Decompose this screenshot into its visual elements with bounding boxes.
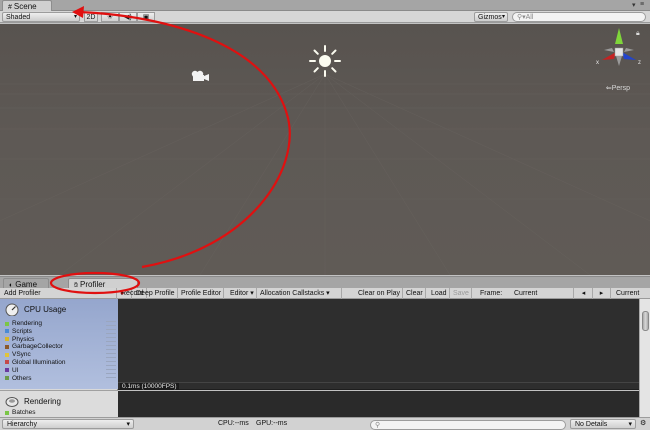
y-axis-cone-icon[interactable] bbox=[615, 28, 623, 44]
scrollbar-thumb[interactable] bbox=[642, 311, 649, 331]
cpu-usage-module[interactable]: CPU Usage Rendering Scripts Physics Garb… bbox=[0, 299, 118, 389]
legend-item[interactable]: Global Illumination bbox=[5, 359, 65, 367]
scene-search-input[interactable]: ⚲▾All bbox=[512, 12, 646, 22]
sun-icon: ☀ bbox=[106, 14, 114, 21]
speaker-icon: ◀) bbox=[124, 14, 132, 21]
scene-audio-toggle[interactable]: ◀) bbox=[119, 12, 137, 22]
cpu-gauge-icon bbox=[5, 303, 19, 316]
search-icon: ⚲ bbox=[375, 422, 381, 429]
profiler-details-bar: Hierarchy ▾ CPU:--ms GPU:--ms ⚲ No Detai… bbox=[0, 417, 650, 430]
camera-gizmo-icon[interactable] bbox=[190, 69, 210, 83]
load-button[interactable]: Load bbox=[429, 288, 450, 299]
profiler-toolbar: Add Profiler ● Record Deep Profile Profi… bbox=[0, 288, 650, 299]
profiler-vertical-scrollbar[interactable] bbox=[639, 299, 650, 417]
scene-viewport[interactable]: x z ⇐Persp 🔒︎ bbox=[0, 24, 650, 275]
frame-label: Frame: bbox=[480, 290, 503, 297]
options-icon[interactable]: ⚙ bbox=[640, 418, 646, 430]
next-frame-button[interactable]: ▸ bbox=[593, 288, 611, 299]
editor-dropdown[interactable]: Editor ▾ bbox=[228, 288, 257, 299]
gpu-time-label: GPU:--ms bbox=[256, 420, 288, 427]
lock-icon[interactable]: 🔒︎ bbox=[636, 30, 640, 38]
chevron-down-icon: ▾ bbox=[326, 290, 330, 297]
scene-tab-bar: # Scene ▾ ≡ bbox=[0, 0, 650, 11]
legend-item[interactable]: UI bbox=[5, 367, 65, 375]
x-axis-cone-icon[interactable] bbox=[602, 52, 616, 60]
scene-lighting-toggle[interactable]: ☀ bbox=[101, 12, 119, 22]
profiler-modules-panel: CPU Usage Rendering Scripts Physics Garb… bbox=[0, 299, 118, 417]
rendering-legend: Batches bbox=[5, 409, 36, 417]
scene-toolbar: Shaded ▾ 2D ☀ ◀) ▣ Gizmos ▾ ⚲▾All bbox=[0, 11, 650, 23]
chevron-down-icon: ▾ bbox=[628, 421, 632, 428]
mode-2d-toggle[interactable]: 2D bbox=[84, 12, 98, 22]
gizmos-dropdown[interactable]: Gizmos ▾ bbox=[474, 12, 508, 22]
previous-frame-button[interactable]: ◂ bbox=[575, 288, 593, 299]
rendering-graph[interactable] bbox=[118, 391, 639, 417]
chevron-down-icon: ▾ bbox=[501, 14, 505, 20]
deep-profile-button[interactable]: Deep Profile bbox=[134, 288, 178, 299]
rendering-title: Rendering bbox=[24, 397, 61, 406]
legend-item[interactable]: GarbageCollector bbox=[5, 343, 65, 351]
z-axis-label: z bbox=[638, 60, 641, 66]
graph-baseline bbox=[118, 382, 639, 383]
frame-value: Current bbox=[512, 288, 574, 299]
cpu-usage-graph[interactable]: 0.1ms (10000FPS) bbox=[118, 299, 639, 390]
window-maximize-icon[interactable]: ≡ bbox=[640, 1, 644, 8]
legend-item[interactable]: VSync bbox=[5, 351, 65, 359]
cpu-legend: Rendering Scripts Physics GarbageCollect… bbox=[5, 320, 65, 382]
search-icon: ⚲▾ bbox=[517, 14, 526, 21]
current-frame-button[interactable]: Current bbox=[614, 288, 650, 299]
cpu-usage-title: CPU Usage bbox=[24, 305, 67, 314]
profile-editor-button[interactable]: Profile Editor bbox=[179, 288, 225, 299]
x-axis-label: x bbox=[596, 60, 599, 66]
projection-toggle[interactable]: ⇐Persp bbox=[606, 84, 630, 92]
bottom-tab-bar: ◐ Game ✋︎ Profiler bbox=[0, 276, 650, 289]
chevron-left-icon: ◂ bbox=[581, 290, 586, 297]
graph-scale-label: 0.1ms (10000FPS) bbox=[120, 383, 179, 390]
chevron-right-icon: ▸ bbox=[599, 290, 604, 297]
allocation-callstacks-dropdown[interactable]: Allocation Callstacks ▾ bbox=[258, 288, 342, 299]
chevron-down-icon: ▾ bbox=[250, 290, 254, 297]
hierarchy-dropdown[interactable]: Hierarchy ▾ bbox=[2, 419, 134, 429]
chevron-down-icon: ▾ bbox=[73, 14, 77, 20]
legend-item[interactable]: Rendering bbox=[5, 320, 65, 328]
module-drag-handle[interactable] bbox=[106, 321, 116, 381]
add-profiler-dropdown[interactable]: Add Profiler bbox=[2, 288, 117, 299]
details-search-input[interactable]: ⚲ bbox=[370, 420, 566, 430]
legend-item[interactable]: Scripts bbox=[5, 328, 65, 336]
z-axis-cone-icon[interactable] bbox=[622, 52, 636, 60]
legend-item[interactable]: Physics bbox=[5, 336, 65, 344]
image-icon: ▣ bbox=[142, 14, 150, 21]
clear-on-play-button[interactable]: Clear on Play bbox=[356, 288, 404, 299]
shading-mode-dropdown[interactable]: Shaded ▾ bbox=[2, 12, 80, 22]
scene-effects-toggle[interactable]: ▣ bbox=[137, 12, 155, 22]
tab-scene[interactable]: # Scene bbox=[2, 0, 52, 11]
legend-item[interactable]: Others bbox=[5, 375, 65, 383]
clear-button[interactable]: Clear bbox=[404, 288, 426, 299]
save-button[interactable]: Save bbox=[451, 288, 472, 299]
rendering-module[interactable]: Rendering Batches bbox=[0, 390, 118, 417]
cpu-time-label: CPU:--ms bbox=[218, 420, 249, 427]
rendering-teapot-icon bbox=[5, 397, 19, 407]
legend-item[interactable]: Batches bbox=[5, 409, 36, 417]
window-menu-icon[interactable]: ▾ bbox=[632, 1, 636, 9]
chevron-down-icon: ▾ bbox=[126, 421, 130, 428]
directional-light-sun-icon[interactable] bbox=[309, 45, 341, 77]
details-view-dropdown[interactable]: No Details ▾ bbox=[570, 419, 636, 429]
